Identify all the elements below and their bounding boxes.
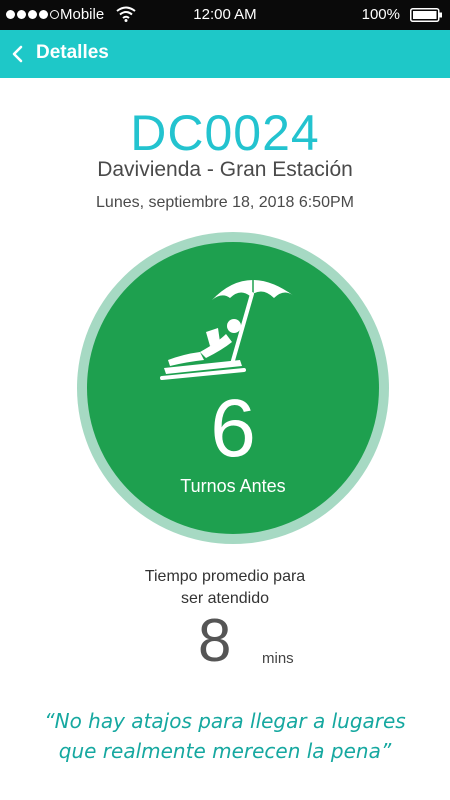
chevron-left-icon[interactable] xyxy=(10,44,26,64)
ticket-code: DC0024 xyxy=(130,105,320,161)
ticket-datetime: Lunes, septiembre 18, 2018 6:50PM xyxy=(96,194,354,211)
turns-count: 6 xyxy=(210,383,256,474)
page-title[interactable]: Detalles xyxy=(36,42,109,64)
wait-time-value: 8 xyxy=(198,607,232,674)
quote-line2: que realmente merecen la pena” xyxy=(58,739,392,763)
wait-time-label: Tiempo promedio para ser atendido xyxy=(0,566,450,610)
branch-name: Davivienda - Gran Estación xyxy=(97,158,353,181)
beach-umbrella-icon xyxy=(160,278,294,380)
quote: “No hay atajos para llegar a lugares que… xyxy=(30,706,420,766)
quote-line1: “No hay atajos para llegar a lugares xyxy=(44,709,406,733)
nav-bar: Detalles xyxy=(0,30,450,78)
battery-icon xyxy=(410,8,442,22)
status-bar: Mobile 12:00 AM 100% xyxy=(0,0,450,30)
turns-label: Turnos Antes xyxy=(180,476,286,496)
battery-percent: 100% xyxy=(361,6,400,23)
wait-time-label-line1: Tiempo promedio para xyxy=(144,568,306,585)
wait-time-unit: mins xyxy=(262,650,294,667)
